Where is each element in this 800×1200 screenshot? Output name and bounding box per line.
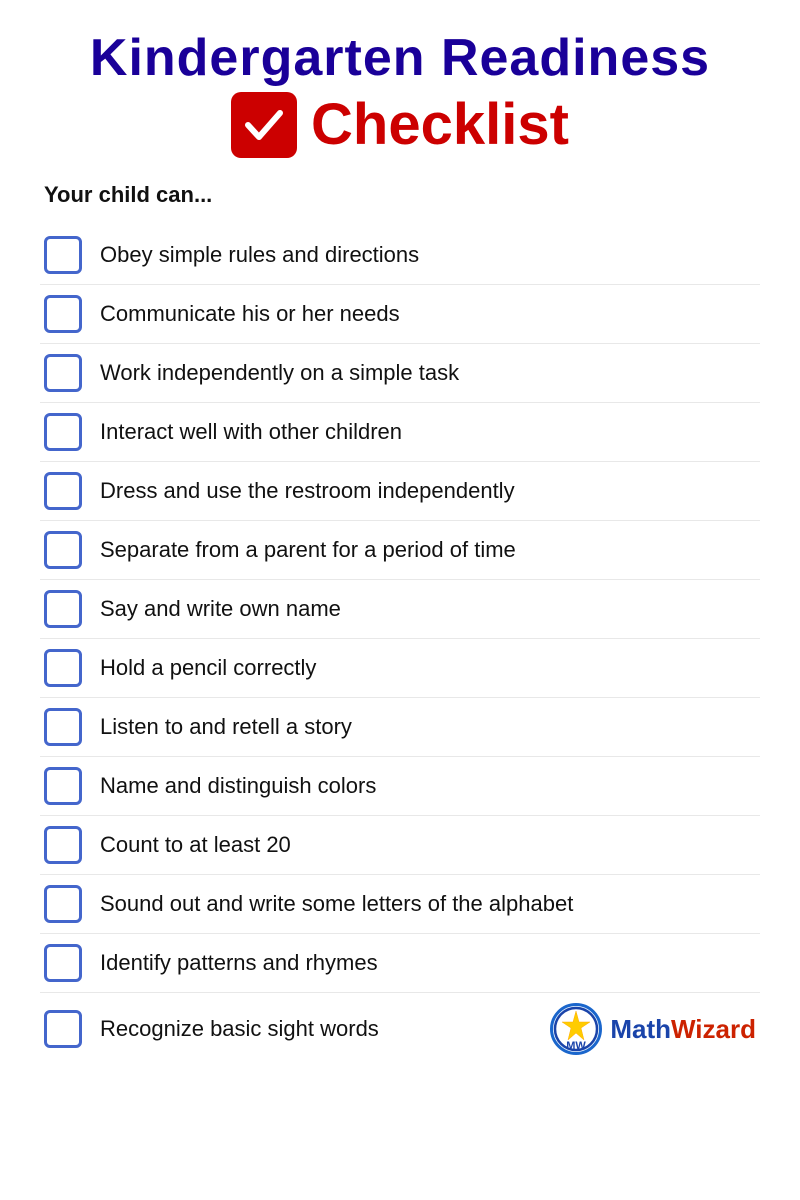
list-item: Identify patterns and rhymes [40,934,760,993]
checkbox-13[interactable] [44,944,82,982]
brand-wizard: Wizard [671,1014,756,1044]
list-item: Name and distinguish colors [40,757,760,816]
checkbox-10[interactable] [44,767,82,805]
list-item: Sound out and write some letters of the … [40,875,760,934]
brand-logo: MW MathWizard [550,1003,756,1055]
subtitle: Your child can... [44,182,760,208]
item-text-11: Count to at least 20 [100,831,291,860]
list-item: Dress and use the restroom independently [40,462,760,521]
list-item: Work independently on a simple task [40,344,760,403]
list-item: Communicate his or her needs [40,285,760,344]
title-line1: Kindergarten Readiness [40,30,760,87]
list-item: Count to at least 20 [40,816,760,875]
list-item: Interact well with other children [40,403,760,462]
item-text-3: Work independently on a simple task [100,359,459,388]
item-text-1: Obey simple rules and directions [100,241,419,270]
checkbox-14[interactable] [44,1010,82,1048]
checkmark-icon [231,92,297,158]
header: Kindergarten Readiness Checklist [40,30,760,158]
checkbox-2[interactable] [44,295,82,333]
item-text-13: Identify patterns and rhymes [100,949,378,978]
svg-text:MW: MW [567,1040,587,1052]
brand-math: Math [610,1014,671,1044]
page-container: Kindergarten Readiness Checklist Your ch… [40,30,760,1065]
item-text-12: Sound out and write some letters of the … [100,890,573,919]
checkbox-12[interactable] [44,885,82,923]
title-line2: Checklist [40,91,760,158]
list-item: Recognize basic sight words MW [40,993,760,1065]
item-text-8: Hold a pencil correctly [100,654,316,683]
item-text-4: Interact well with other children [100,418,402,447]
checkbox-4[interactable] [44,413,82,451]
checkbox-6[interactable] [44,531,82,569]
list-item: Listen to and retell a story [40,698,760,757]
checkbox-5[interactable] [44,472,82,510]
item-text-6: Separate from a parent for a period of t… [100,536,516,565]
checkbox-8[interactable] [44,649,82,687]
checklist: Obey simple rules and directions Communi… [40,226,760,1065]
item-text-2: Communicate his or her needs [100,300,400,329]
checkbox-3[interactable] [44,354,82,392]
list-item: Hold a pencil correctly [40,639,760,698]
checklist-word: Checklist [311,91,569,158]
checkbox-1[interactable] [44,236,82,274]
list-item: Separate from a parent for a period of t… [40,521,760,580]
checkbox-7[interactable] [44,590,82,628]
list-item: Say and write own name [40,580,760,639]
checkbox-11[interactable] [44,826,82,864]
item-text-9: Listen to and retell a story [100,713,352,742]
item-text-14: Recognize basic sight words [100,1015,379,1044]
item-text-7: Say and write own name [100,595,341,624]
item-text-5: Dress and use the restroom independently [100,477,515,506]
list-item: Obey simple rules and directions [40,226,760,285]
brand-name-text: MathWizard [610,1014,756,1045]
checkbox-9[interactable] [44,708,82,746]
logo-emblem: MW [550,1003,602,1055]
item-text-10: Name and distinguish colors [100,772,376,801]
